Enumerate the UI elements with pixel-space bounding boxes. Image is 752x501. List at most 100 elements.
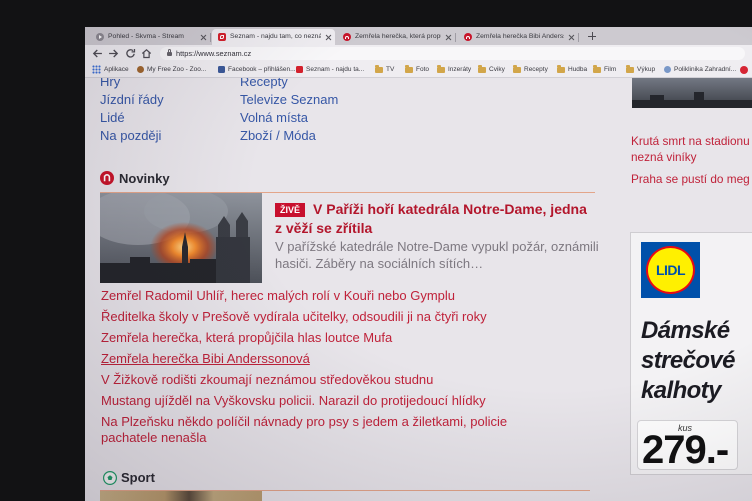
back-arrow-icon[interactable] bbox=[92, 48, 103, 59]
article-link[interactable]: Mustang ujížděl na Vyškovsku policii. Na… bbox=[101, 393, 511, 409]
lidl-logo-text: LIDL bbox=[655, 262, 686, 278]
folder-icon bbox=[478, 65, 486, 73]
novinky-logo-icon bbox=[100, 171, 114, 185]
bookmark-label: Seznam - najdu ta... bbox=[306, 66, 365, 73]
article-link[interactable]: Zemřel Radomil Uhlíř, herec malých rolí … bbox=[101, 288, 511, 304]
bookmark-label: Výkup bbox=[637, 66, 656, 73]
ad-price-box: kus 279.- bbox=[637, 420, 738, 470]
bookmarks-bar: Aplikace My Free Zoo - Zoo... Facebook –… bbox=[85, 62, 752, 78]
bookmark-facebook[interactable]: Facebook – přihlášen... bbox=[218, 62, 296, 77]
address-bar[interactable]: https://www.seznam.cz bbox=[160, 47, 745, 60]
folder-icon bbox=[626, 65, 634, 73]
monitor-screen: Pohled - Skvma - Stream Seznam - najdu t… bbox=[85, 27, 752, 501]
novinky-favicon bbox=[464, 33, 472, 41]
folder-icon bbox=[593, 65, 601, 73]
folder-icon bbox=[405, 65, 413, 73]
service-link-lide[interactable]: Lidé bbox=[100, 109, 164, 127]
bookmark-poliklinika[interactable]: Poliklinika Zahradní... bbox=[664, 62, 736, 77]
featured-headline-text[interactable]: V Paříži hoří katedrála Notre-Dame, jedn… bbox=[275, 201, 587, 236]
ad-price: 279.- bbox=[642, 428, 729, 472]
bookmark-folder-hudba[interactable]: Hudba bbox=[557, 62, 587, 77]
new-tab-plus-icon[interactable] bbox=[588, 32, 596, 40]
url-text[interactable]: https://www.seznam.cz bbox=[176, 47, 251, 60]
service-link-volna-mista[interactable]: Volná místa bbox=[240, 109, 338, 127]
bookmark-folder-film[interactable]: Film bbox=[593, 62, 616, 77]
bookmark-folder-inzeraty[interactable]: Inzeráty bbox=[437, 62, 471, 77]
service-link-na-pozdeji[interactable]: Na později bbox=[100, 127, 164, 145]
seznam-favicon bbox=[296, 66, 303, 73]
seznam-page: Hry Jízdní řády Lidé Na později Recepty … bbox=[85, 78, 752, 501]
featured-perex[interactable]: V pařížské katedrále Notre-Dame vypukl p… bbox=[275, 238, 605, 272]
sidebar-headline[interactable]: Praha se pustí do meg bbox=[631, 171, 752, 187]
bookmark-label: Hudba bbox=[568, 66, 588, 73]
bookmark-aplikace[interactable]: Aplikace bbox=[92, 62, 129, 77]
facebook-favicon bbox=[218, 66, 225, 73]
close-icon[interactable] bbox=[568, 34, 574, 40]
bookmark-my-free-zoo[interactable]: My Free Zoo - Zoo... bbox=[137, 62, 206, 77]
tab-title: Zemřela herečka, která propůjčila bbox=[355, 33, 441, 40]
novinky-favicon bbox=[343, 33, 351, 41]
bookmark-label: Cviky bbox=[489, 66, 505, 73]
lidl-logo-ring: LIDL bbox=[646, 246, 695, 294]
lock-icon[interactable] bbox=[167, 49, 172, 56]
service-link-televize[interactable]: Televize Seznam bbox=[240, 91, 338, 109]
folder-icon bbox=[437, 65, 445, 73]
close-icon[interactable] bbox=[325, 34, 331, 40]
bookmark-folder-tv[interactable]: TV bbox=[375, 62, 394, 77]
ad-headline-line: kalhoty bbox=[641, 377, 721, 404]
service-link-hry[interactable]: Hry bbox=[100, 78, 164, 91]
football-icon bbox=[103, 471, 117, 485]
tab-stream[interactable]: Pohled - Skvma - Stream bbox=[90, 29, 211, 45]
sidebar-news-image[interactable] bbox=[632, 78, 752, 108]
globe-favicon bbox=[664, 66, 671, 73]
stream-favicon bbox=[96, 33, 104, 41]
service-link-jizdni-rady[interactable]: Jízdní řády bbox=[100, 91, 164, 109]
bookmark-label: Foto bbox=[416, 66, 430, 73]
sidebar-headline[interactable]: Krutá smrt na stadionu nezná viníky bbox=[631, 133, 752, 165]
close-icon[interactable] bbox=[445, 34, 451, 40]
sport-section-title[interactable]: Sport bbox=[121, 470, 155, 486]
sport-article-image[interactable] bbox=[100, 491, 262, 501]
bookmark-folder-recepty[interactable]: Recepty bbox=[513, 62, 548, 77]
close-icon[interactable] bbox=[200, 34, 206, 40]
service-link-recepty[interactable]: Recepty bbox=[240, 78, 338, 91]
folder-icon bbox=[513, 65, 521, 73]
reload-icon[interactable] bbox=[125, 48, 136, 59]
ad-headline-line: strečové bbox=[641, 347, 736, 374]
bookmark-label: Facebook – přihlášen... bbox=[228, 66, 296, 73]
lidl-advertisement[interactable]: LIDL Dámské strečové kalhoty kus 279.- bbox=[630, 232, 752, 475]
article-link[interactable]: Zemřela herečka, která propůjčila hlas l… bbox=[101, 330, 511, 346]
article-link[interactable]: Ředitelka školy v Prešově vydírala učite… bbox=[101, 309, 511, 325]
tab-novinky-mufa[interactable]: Zemřela herečka, která propůjčila bbox=[337, 29, 456, 45]
tab-novinky-andersson[interactable]: Zemřela herečka Bibi Anderssonová bbox=[458, 29, 579, 45]
tab-seznam[interactable]: Seznam - najdu tam, co neznám bbox=[212, 29, 335, 45]
article-link[interactable]: Zemřela herečka Bibi Anderssonová bbox=[101, 351, 511, 367]
bookmark-folder-vykup[interactable]: Výkup bbox=[626, 62, 655, 77]
ad-headline: Dámské strečové kalhoty bbox=[641, 316, 736, 406]
article-link[interactable]: Na Plzeňsku někdo políčil návnady pro ps… bbox=[101, 414, 511, 446]
novinky-section-title[interactable]: Novinky bbox=[119, 171, 170, 187]
red-bookmark-favicon[interactable] bbox=[740, 66, 748, 74]
services-column-2: Recepty Televize Seznam Volná místa Zbož… bbox=[240, 78, 338, 145]
featured-article-image[interactable] bbox=[100, 193, 262, 283]
bookmark-label: My Free Zoo - Zoo... bbox=[147, 66, 207, 73]
bookmark-label: Inzeráty bbox=[448, 66, 472, 73]
featured-headline[interactable]: ŽIVĚ V Paříži hoří katedrála Notre-Dame, … bbox=[275, 200, 593, 238]
bookmark-label: Aplikace bbox=[104, 66, 129, 73]
bookmark-seznam[interactable]: Seznam - najdu ta... bbox=[296, 62, 364, 77]
tab-strip: Pohled - Skvma - Stream Seznam - najdu t… bbox=[85, 27, 752, 45]
article-link[interactable]: V Žižkově rodišti zkoumají neznámou stře… bbox=[101, 372, 511, 388]
bookmark-label: TV bbox=[386, 66, 395, 73]
zoo-favicon bbox=[137, 66, 144, 73]
novinky-article-list: Zemřel Radomil Uhlíř, herec malých rolí … bbox=[101, 288, 511, 451]
tab-title: Seznam - najdu tam, co neznám bbox=[230, 33, 321, 40]
tab-title: Pohled - Skvma - Stream bbox=[108, 33, 184, 40]
apps-grid-icon bbox=[92, 65, 101, 74]
bookmark-label: Poliklinika Zahradní... bbox=[674, 66, 737, 73]
forward-arrow-icon[interactable] bbox=[108, 48, 119, 59]
bookmark-folder-cviky[interactable]: Cviky bbox=[478, 62, 505, 77]
service-link-zbozi-moda[interactable]: Zboží / Móda bbox=[240, 127, 338, 145]
home-icon[interactable] bbox=[141, 48, 152, 59]
services-column-1: Hry Jízdní řády Lidé Na později bbox=[100, 78, 164, 145]
bookmark-folder-foto[interactable]: Foto bbox=[405, 62, 429, 77]
